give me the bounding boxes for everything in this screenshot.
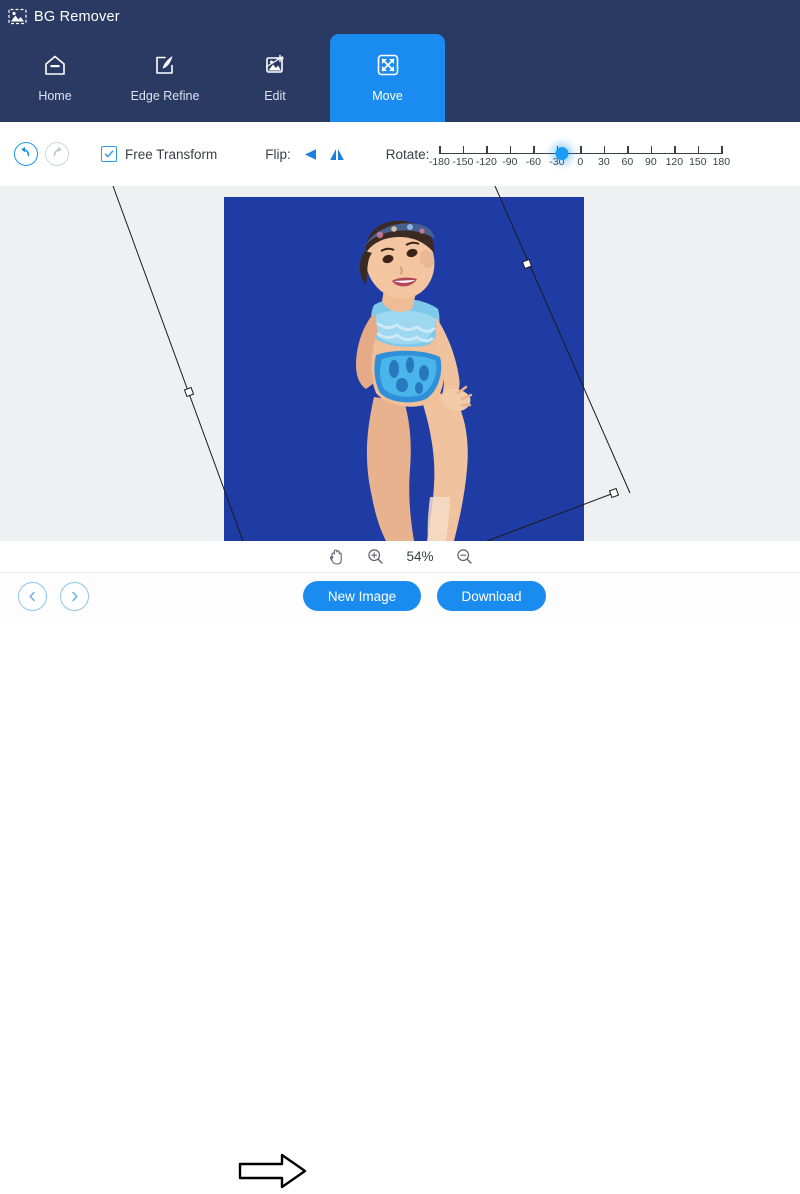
rotate-tick-label: 60	[621, 156, 634, 168]
rotate-tick-label: 0	[577, 156, 584, 168]
redo-button[interactable]	[45, 142, 69, 166]
hand-tool-icon	[330, 548, 343, 565]
rotate-tick-label: -150	[452, 156, 474, 168]
rotate-tick	[627, 146, 629, 154]
rotate-tick	[697, 146, 700, 154]
rotate-tick	[580, 146, 582, 154]
rotate-tick	[650, 146, 653, 154]
rotate-tick	[603, 146, 606, 154]
rotate-slider[interactable]: -180 -150 -120 -90 -60 -30 0 30 60 90 120 150 180	[429, 137, 730, 171]
rotate-tick	[509, 146, 512, 154]
rotate-tick	[533, 146, 535, 154]
subject-photo	[224, 197, 584, 541]
rotate-tick-label: -60	[525, 156, 541, 168]
image-edit-icon	[261, 48, 289, 82]
app-header: BG Remover Home Edge Refine Edit Move	[0, 0, 800, 122]
nav-item-edit-label: Edit	[264, 89, 286, 103]
main-nav: Home Edge Refine Edit Move	[0, 34, 445, 122]
zoom-in-icon	[368, 549, 384, 564]
checkmark-icon	[104, 150, 114, 158]
flip-label: Flip:	[265, 146, 291, 162]
app-window: BG Remover Home Edge Refine Edit Move Fr…	[0, 0, 800, 1189]
flip-horizontal-button[interactable]	[328, 146, 346, 163]
brand: BG Remover	[8, 7, 120, 26]
zoom-level-value: 54%	[406, 549, 434, 564]
nav-item-edge-refine[interactable]: Edge Refine	[110, 34, 220, 122]
rotate-tick	[486, 146, 488, 154]
home-icon	[41, 48, 69, 82]
rotate-tick-label: 180	[712, 156, 731, 168]
pager	[18, 582, 89, 611]
nav-item-edit[interactable]: Edit	[220, 34, 330, 122]
free-transform-label: Free Transform	[125, 146, 218, 162]
rotate-tick-label: 90	[644, 156, 657, 168]
flip-horizontal-icon	[329, 148, 344, 160]
rotate-tick-label: 150	[689, 156, 707, 168]
rotate-slider-handle[interactable]	[555, 147, 569, 160]
previous-image-button[interactable]	[18, 582, 47, 611]
move-arrows-icon	[373, 48, 403, 82]
bottom-right-corner-handle	[608, 487, 620, 499]
download-label: Download	[461, 588, 522, 604]
rotate-tick	[439, 146, 441, 154]
image-logo-icon	[8, 7, 27, 26]
transform-toolbar: Free Transform Flip: Rotate: -180 -150 -12…	[0, 122, 800, 186]
rotate-tick	[721, 146, 723, 154]
nav-item-home[interactable]: Home	[0, 34, 110, 122]
nav-item-edge-refine-label: Edge Refine	[130, 89, 200, 103]
hand-tool-button[interactable]	[327, 548, 345, 566]
rotate-tick-label: 30	[597, 156, 610, 168]
new-image-label: New Image	[327, 588, 397, 604]
left-mid-handle	[183, 386, 195, 398]
zoom-bar: 54%	[0, 541, 800, 572]
rotate-tick-label: -120	[475, 156, 497, 168]
rotate-tick	[674, 146, 676, 154]
undo-arrow-icon	[19, 145, 33, 164]
app-title: BG Remover	[34, 8, 120, 25]
rotate-tick-label: 120	[665, 156, 684, 168]
free-transform-checkbox[interactable]	[101, 146, 117, 162]
zoom-out-icon	[456, 549, 472, 564]
pen-edit-icon	[151, 48, 179, 82]
rotate-control: Rotate: -180 -150 -120 -90 -60 -30 0 30 60 90 120 1…	[385, 137, 730, 171]
flip-vertical-icon	[304, 148, 316, 160]
redo-arrow-icon	[50, 145, 64, 164]
download-button[interactable]: Download	[437, 581, 546, 611]
flip-vertical-button[interactable]	[302, 146, 319, 163]
new-image-button[interactable]: New Image	[303, 581, 421, 611]
image-preview[interactable]	[224, 197, 584, 541]
undo-button[interactable]	[14, 142, 38, 166]
nav-item-home-label: Home	[38, 89, 72, 103]
nav-item-move-label: Move	[372, 89, 403, 103]
rotate-tick-label: -180	[428, 156, 450, 168]
chevron-right-icon	[72, 591, 78, 602]
nav-item-move[interactable]: Move	[330, 34, 445, 122]
zoom-in-button[interactable]	[367, 548, 384, 565]
rotate-tick	[462, 146, 465, 154]
free-transform-toggle[interactable]: Free Transform	[101, 146, 217, 162]
next-image-button[interactable]	[60, 582, 89, 611]
footer-bar: New Image Download	[0, 572, 800, 1189]
history-controls	[14, 142, 69, 166]
zoom-out-button[interactable]	[456, 548, 473, 565]
flip-controls: Flip:	[265, 146, 346, 163]
canvas-area[interactable]	[0, 186, 800, 541]
rotate-tick-label: -90	[502, 156, 518, 168]
chevron-left-icon	[29, 591, 35, 602]
arrow-pointer-right-icon	[238, 1153, 308, 1194]
rotate-label: Rotate:	[385, 146, 430, 162]
